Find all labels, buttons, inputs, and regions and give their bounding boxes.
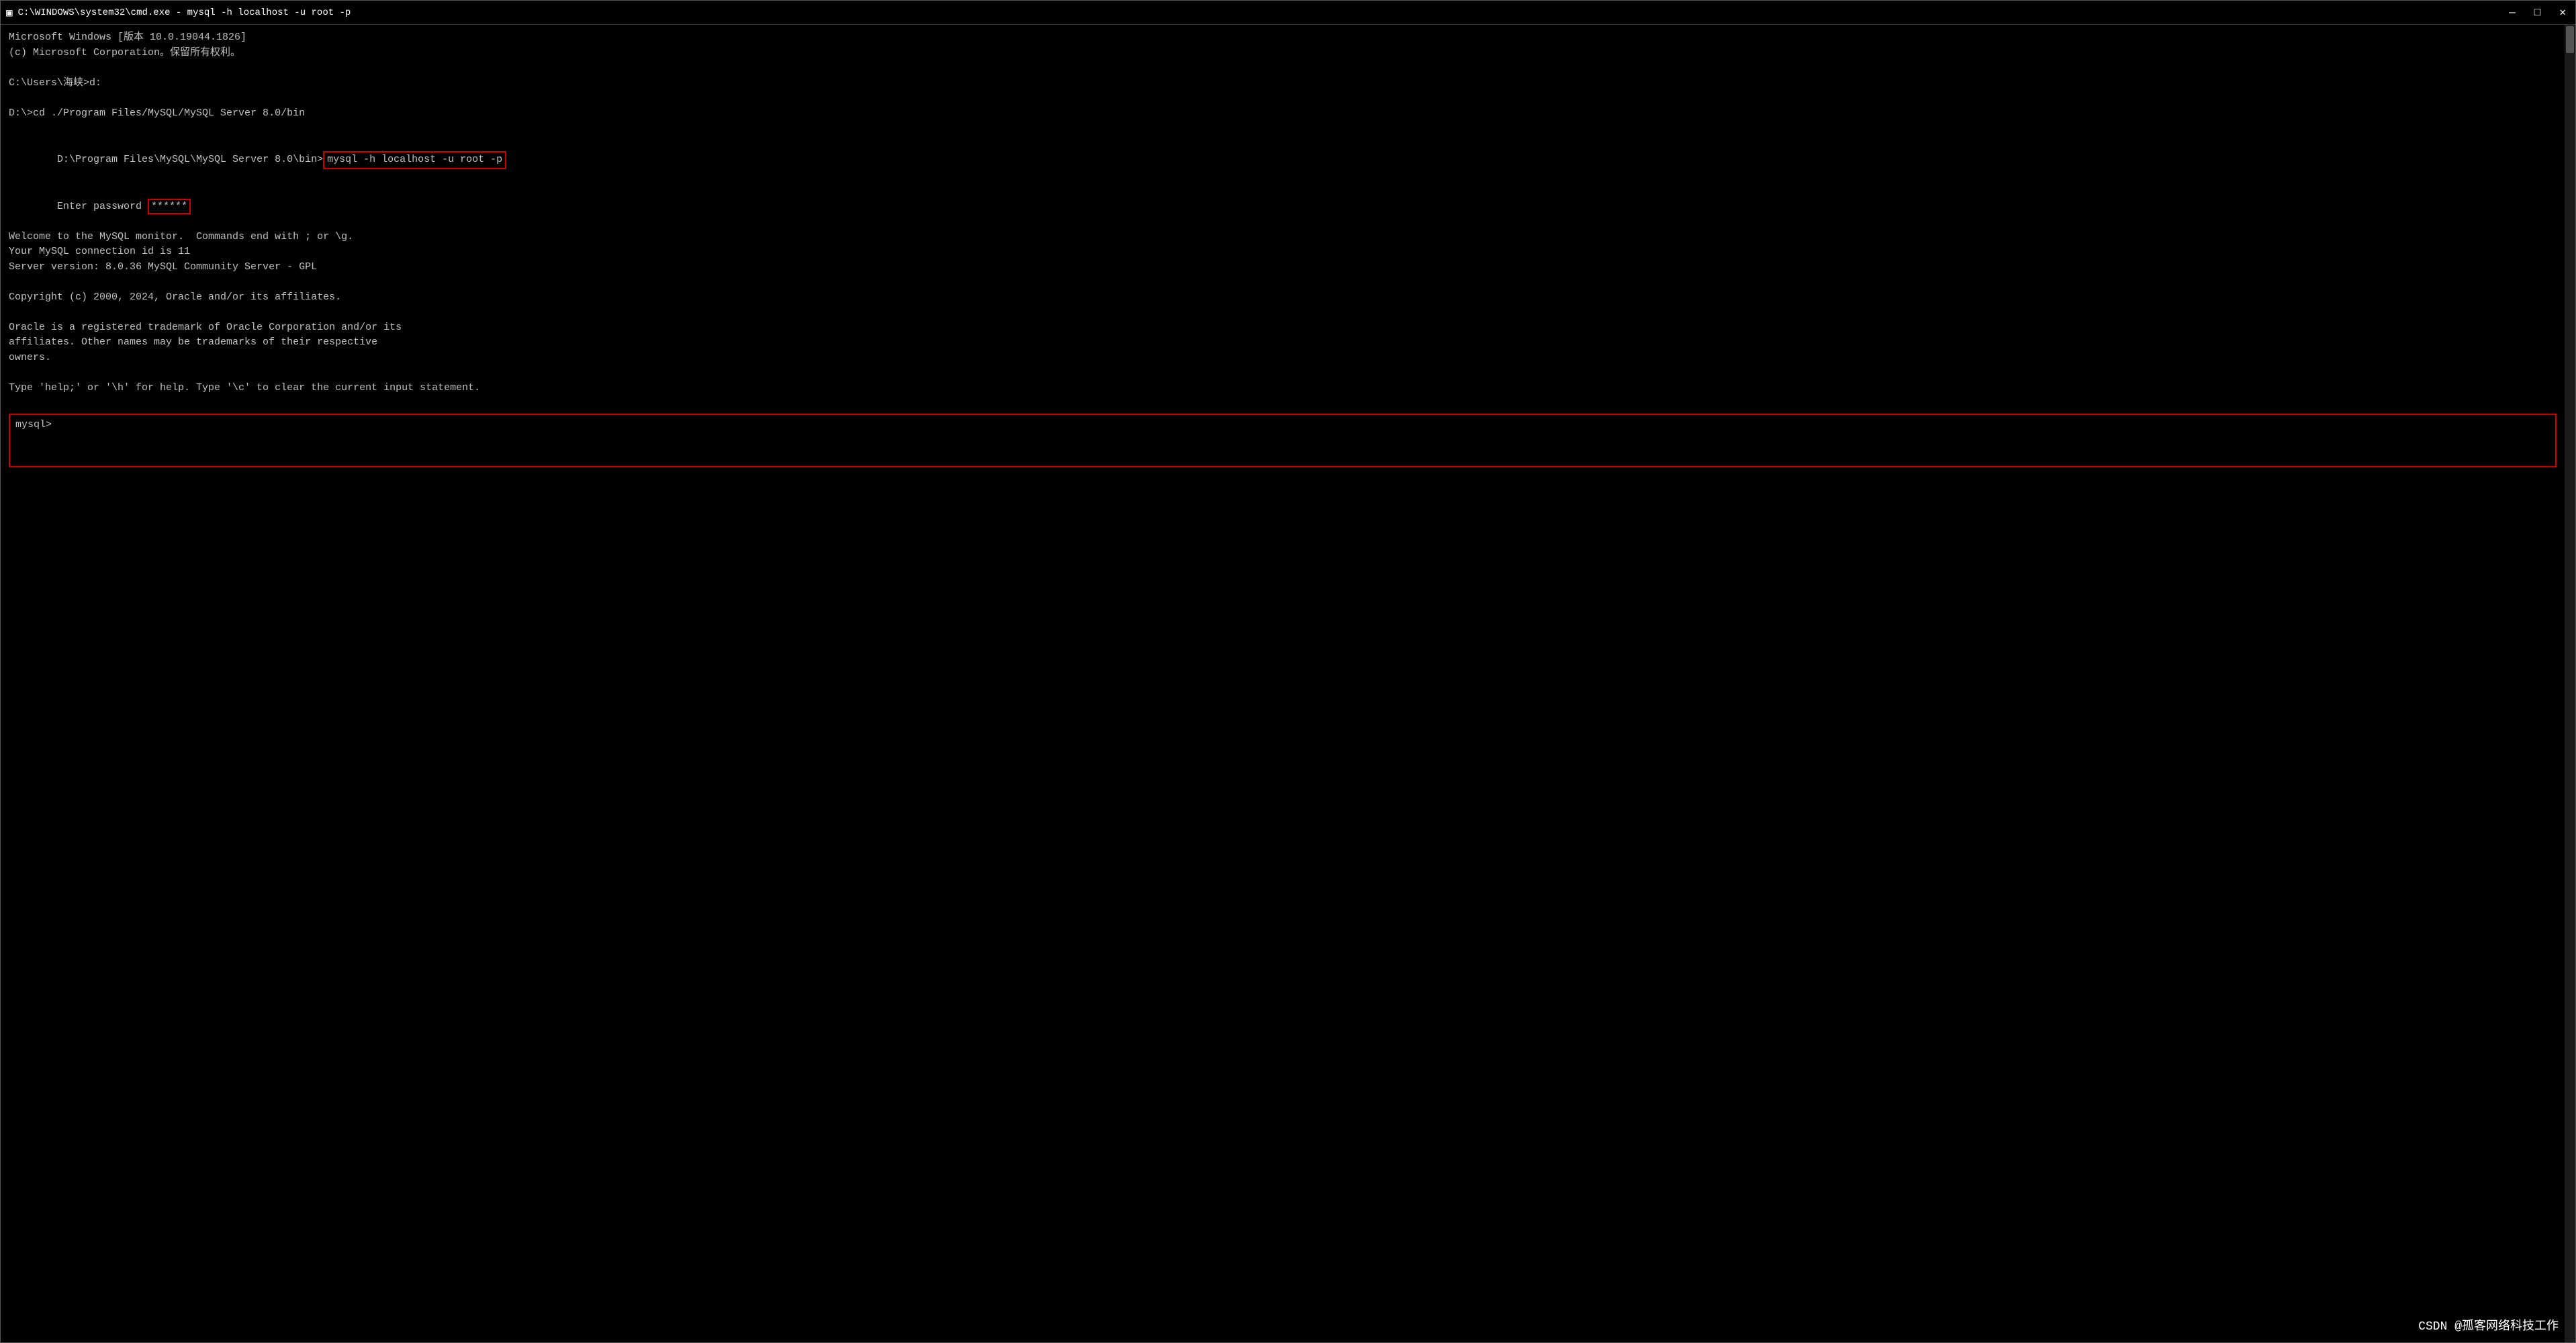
terminal-line-18: owners. (9, 351, 2557, 366)
password-highlight: ****** (148, 199, 191, 214)
window-title: C:\WINDOWS\system32\cmd.exe - mysql -h l… (18, 7, 2505, 18)
mysql-prompt: mysql> (15, 419, 58, 430)
scrollbar-area: Microsoft Windows [版本 10.0.19044.1826] (… (1, 25, 2575, 1342)
terminal-line-13 (9, 275, 2557, 290)
terminal-line-3 (9, 60, 2557, 76)
scrollbar-thumb[interactable] (2566, 26, 2574, 53)
terminal-line-20: Type 'help;' or '\h' for help. Type '\c'… (9, 381, 2557, 396)
cmd-icon: ▣ (6, 6, 13, 19)
terminal-line-17: affiliates. Other names may be trademark… (9, 335, 2557, 351)
terminal-line9-prefix: Enter password (57, 201, 148, 212)
terminal-line-21 (9, 396, 2557, 411)
terminal-line-9: Enter password ****** (9, 184, 2557, 230)
scrollbar[interactable] (2565, 25, 2575, 1342)
close-button[interactable]: ✕ (2555, 6, 2570, 19)
mysql-command-highlight: mysql -h localhost -u root -p (323, 151, 506, 169)
cmd-window: ▣ C:\WINDOWS\system32\cmd.exe - mysql -h… (0, 0, 2576, 1343)
minimize-button[interactable]: — (2505, 6, 2520, 19)
terminal-line-6: D:\>cd ./Program Files/MySQL/MySQL Serve… (9, 106, 2557, 122)
terminal-line-5 (9, 91, 2557, 106)
terminal-line8-prefix: D:\Program Files\MySQL\MySQL Server 8.0\… (57, 154, 323, 165)
watermark: CSDN @孤客网络科技工作 (2414, 1315, 2563, 1335)
terminal-line-10: Welcome to the MySQL monitor. Commands e… (9, 230, 2557, 245)
terminal-line-16: Oracle is a registered trademark of Orac… (9, 320, 2557, 336)
terminal-line-14: Copyright (c) 2000, 2024, Oracle and/or … (9, 290, 2557, 306)
maximize-button[interactable]: □ (2530, 6, 2545, 19)
terminal-line-4: C:\Users\海峡>d: (9, 76, 2557, 91)
window-controls: — □ ✕ (2505, 6, 2570, 19)
terminal-line-7 (9, 121, 2557, 136)
mysql-prompt-area[interactable]: mysql> (9, 414, 2557, 467)
terminal-content[interactable]: Microsoft Windows [版本 10.0.19044.1826] (… (1, 25, 2565, 1342)
terminal-line-1: Microsoft Windows [版本 10.0.19044.1826] (9, 30, 2557, 46)
terminal-line-8: D:\Program Files\MySQL\MySQL Server 8.0\… (9, 136, 2557, 185)
terminal-line-11: Your MySQL connection id is 11 (9, 244, 2557, 260)
terminal-line-15 (9, 305, 2557, 320)
terminal-line-19 (9, 365, 2557, 381)
terminal-line-12: Server version: 8.0.36 MySQL Community S… (9, 260, 2557, 275)
terminal-line-2: (c) Microsoft Corporation。保留所有权利。 (9, 46, 2557, 61)
title-bar: ▣ C:\WINDOWS\system32\cmd.exe - mysql -h… (1, 1, 2575, 25)
